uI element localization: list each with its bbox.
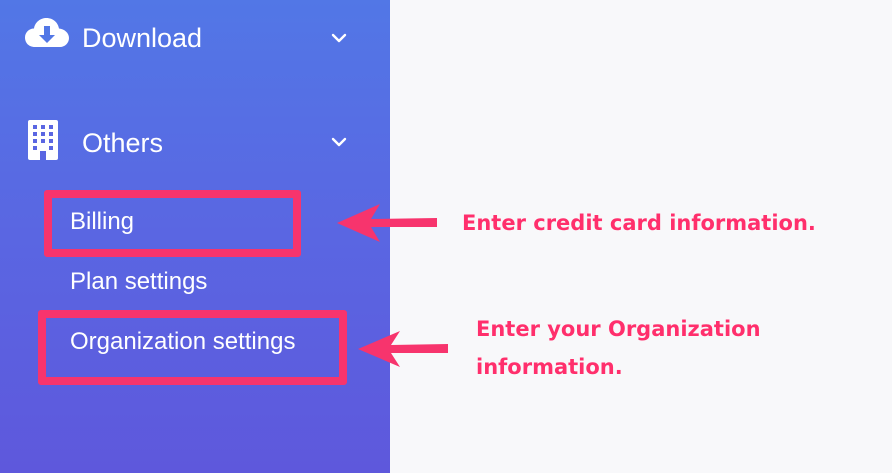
page: Download Others Billing Plan settings Or…	[0, 0, 892, 473]
organization-annotation-line2: information.	[476, 355, 623, 379]
organization-highlight-box	[38, 310, 347, 385]
billing-annotation-text: Enter credit card information.	[462, 211, 816, 235]
sidebar-section-download[interactable]: Download	[0, 10, 390, 70]
organization-annotation-line1: Enter your Organization	[476, 317, 761, 341]
annotation-arrow-icon	[337, 204, 437, 242]
sidebar-section-label: Others	[82, 128, 164, 158]
sidebar-item-plan-settings[interactable]: Plan settings	[70, 268, 207, 296]
billing-highlight-box	[44, 190, 301, 257]
sidebar-section-others[interactable]: Others	[0, 113, 390, 173]
building-icon	[28, 120, 58, 160]
chevron-down-icon	[331, 137, 347, 147]
cloud-download-icon	[25, 18, 69, 47]
annotation-arrow-icon	[358, 331, 448, 367]
chevron-down-icon	[331, 33, 347, 43]
sidebar-section-label: Download	[82, 23, 203, 53]
